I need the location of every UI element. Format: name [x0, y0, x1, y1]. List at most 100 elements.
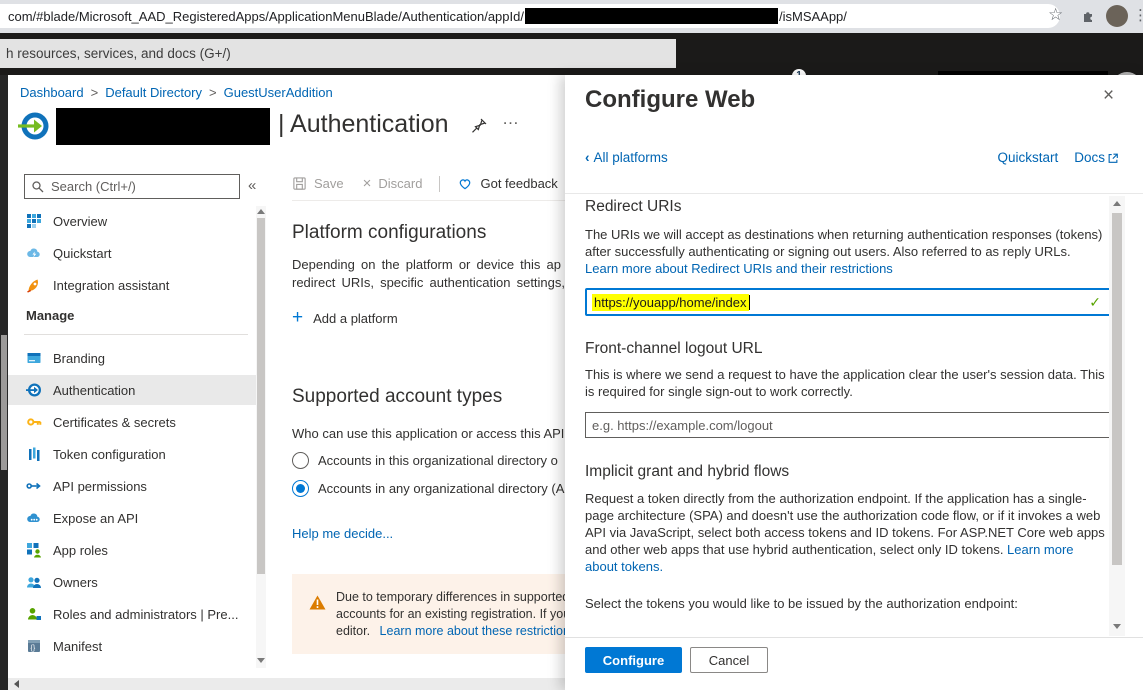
breadcrumb-default-directory[interactable]: Default Directory [105, 85, 202, 100]
docs-link[interactable]: Docs [1074, 150, 1105, 165]
accounts-question-text: Who can use this application or access t… [292, 426, 565, 441]
quickstart-cloud-icon [26, 245, 42, 261]
supported-account-types-heading: Supported account types [292, 386, 502, 408]
browser-menu-icon[interactable]: ⋮ [1133, 6, 1143, 26]
global-search-input[interactable]: h resources, services, and docs (G+/) [0, 39, 676, 68]
sidebar-search-input[interactable] [51, 179, 239, 194]
configure-web-panel: Configure Web × ‹All platforms Quickstar… [565, 75, 1143, 690]
azure-portal-app: com/#blade/Microsoft_AAD_RegisteredApps/… [0, 0, 1143, 690]
sidebar-item-label: Roles and administrators | Pre... [53, 607, 238, 622]
redacted-app-name [56, 108, 270, 145]
front-channel-logout-description: This is where we send a request to have … [585, 366, 1105, 400]
sidebar-item-quickstart[interactable]: Quickstart [8, 238, 256, 268]
got-feedback-button[interactable]: Got feedback [457, 176, 557, 191]
discard-button[interactable]: × Discard [363, 175, 423, 192]
scroll-up-arrow[interactable] [1113, 201, 1121, 206]
manifest-icon: {} [26, 638, 42, 654]
redirect-uris-heading: Redirect URIs [585, 198, 681, 216]
integration-assistant-rocket-icon [26, 277, 42, 293]
panel-scroll-thumb[interactable] [1112, 213, 1122, 565]
save-button[interactable]: Save [292, 176, 344, 191]
sidebar-item-label: Token configuration [53, 447, 166, 462]
add-platform-button[interactable]: + Add a platform [292, 310, 398, 326]
warning-infobox: Due to temporary differences in supporte… [292, 574, 565, 654]
sidebar-item-roles-and-administrators[interactable]: Roles and administrators | Pre... [8, 599, 256, 629]
save-button-label: Save [314, 176, 344, 191]
warning-editor-text: editor. [336, 624, 370, 638]
key-icon [26, 414, 42, 430]
discard-button-label: Discard [378, 176, 422, 191]
azure-top-nav: h resources, services, and docs (G+/) 1 … [0, 33, 1143, 75]
configure-button[interactable]: Configure [585, 647, 682, 673]
radio-circle-selected[interactable] [292, 480, 309, 497]
sidebar-collapse-icon[interactable]: « [248, 177, 256, 194]
scroll-down-arrow[interactable] [1113, 624, 1121, 629]
logout-url-input[interactable] [585, 412, 1111, 438]
help-me-decide-link[interactable]: Help me decide... [292, 526, 393, 541]
browser-profile-avatar[interactable] [1106, 5, 1128, 27]
sidebar-item-label: App roles [53, 543, 108, 558]
left-strip-scroll-thumb[interactable] [1, 335, 7, 470]
sidebar-item-token-configuration[interactable]: Token configuration [8, 439, 256, 469]
sidebar-item-certificates-secrets[interactable]: Certificates & secrets [8, 407, 256, 437]
plus-icon: + [292, 310, 303, 326]
radio-circle-unselected[interactable] [292, 452, 309, 469]
implicit-grant-description: Request a token directly from the author… [585, 490, 1109, 575]
sidebar-item-api-permissions[interactable]: API permissions [8, 471, 256, 501]
app-roles-icon [26, 542, 42, 558]
horizontal-scrollbar[interactable] [8, 678, 565, 690]
sidebar-item-label: Authentication [53, 383, 135, 398]
close-icon[interactable]: × [1103, 85, 1114, 107]
sidebar-section-manage: Manage [26, 308, 74, 323]
radio-accounts-any-directory[interactable]: Accounts in any organizational directory… [292, 480, 564, 497]
breadcrumb-guestuseraddition[interactable]: GuestUserAddition [224, 85, 333, 100]
text-cursor [749, 295, 750, 310]
url-prefix-text: com/#blade/Microsoft_AAD_RegisteredApps/… [8, 9, 524, 24]
browser-chrome-bar: com/#blade/Microsoft_AAD_RegisteredApps/… [0, 0, 1143, 33]
sidebar-item-owners[interactable]: Owners [8, 567, 256, 597]
breadcrumb-separator: > [209, 85, 217, 100]
sidebar-item-integration-assistant[interactable]: Integration assistant [8, 270, 256, 300]
all-platforms-back-link[interactable]: ‹All platforms [585, 150, 668, 165]
redirect-uri-input[interactable]: https://youapp/home/index ✓ [585, 288, 1112, 316]
radio-accounts-this-directory[interactable]: Accounts in this organizational director… [292, 452, 558, 469]
quickstart-link[interactable]: Quickstart [997, 150, 1058, 165]
learn-more-restrictions-link[interactable]: Learn more about these restrictions. [380, 624, 565, 638]
scroll-left-arrow[interactable] [14, 680, 19, 688]
sidebar-scroll-thumb[interactable] [257, 218, 265, 574]
app-registration-logo-icon [18, 110, 50, 142]
sidebar-item-expose-an-api[interactable]: Expose an API [8, 503, 256, 533]
discard-x-icon: × [363, 175, 372, 192]
sidebar-item-authentication[interactable]: Authentication [8, 375, 256, 405]
pin-icon[interactable] [470, 117, 488, 135]
redirect-description-text: The URIs we will accept as destinations … [585, 227, 1102, 259]
extensions-puzzle-icon[interactable] [1080, 8, 1096, 24]
sidebar-item-label: Overview [53, 214, 107, 229]
sidebar-item-overview[interactable]: Overview [8, 206, 256, 236]
redirect-uris-description: The URIs we will accept as destinations … [585, 226, 1105, 277]
command-bar: Save × Discard Got feedback [292, 175, 558, 192]
scroll-down-arrow[interactable] [257, 658, 265, 663]
panel-scrollbar[interactable] [1109, 196, 1125, 636]
api-permissions-icon [26, 478, 42, 494]
sidebar-item-label: Owners [53, 575, 98, 590]
sidebar-item-branding[interactable]: Branding [8, 343, 256, 373]
cancel-button[interactable]: Cancel [690, 647, 768, 673]
left-edge-scroll-strip[interactable] [0, 75, 8, 690]
expose-api-cloud-icon [26, 510, 42, 526]
bookmark-star-icon[interactable]: ☆ [1048, 5, 1063, 25]
sidebar-item-app-roles[interactable]: App roles [8, 535, 256, 565]
sidebar-item-manifest[interactable]: {} Manifest [8, 631, 256, 661]
chevron-left-icon: ‹ [585, 150, 590, 165]
breadcrumb: Dashboard>Default Directory>GuestUserAdd… [20, 85, 333, 100]
redacted-app-id [525, 8, 778, 24]
warning-triangle-icon [309, 595, 326, 610]
more-actions-icon[interactable]: … [502, 109, 519, 129]
sidebar-search-box[interactable] [24, 174, 240, 199]
learn-more-redirect-uris-link[interactable]: Learn more about Redirect URIs and their… [585, 261, 893, 276]
scroll-up-arrow[interactable] [257, 209, 265, 214]
sidebar-scrollbar[interactable] [256, 206, 266, 668]
owners-people-icon [26, 574, 42, 590]
browser-address-bar[interactable]: com/#blade/Microsoft_AAD_RegisteredApps/… [0, 4, 1060, 28]
breadcrumb-dashboard[interactable]: Dashboard [20, 85, 84, 100]
